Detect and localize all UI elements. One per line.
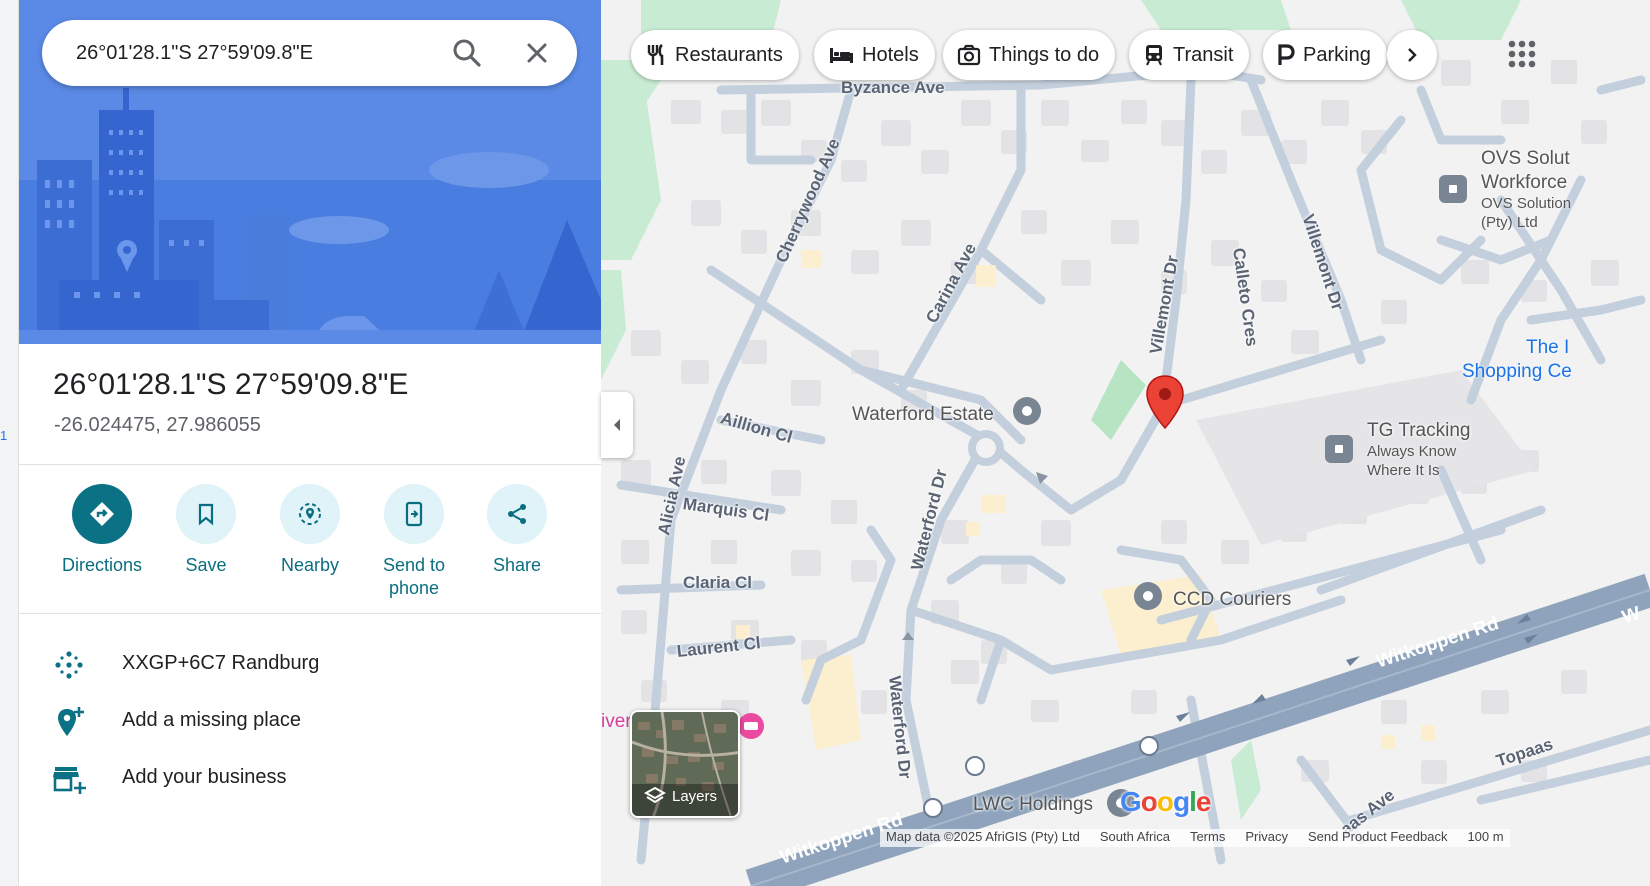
layers-label: Layers — [644, 786, 717, 806]
plus-code-icon — [55, 651, 83, 679]
send-to-phone-icon — [405, 501, 423, 527]
search-icon[interactable] — [448, 34, 486, 72]
plus-code-text: XXGP+6C7 Randburg — [122, 652, 320, 674]
poi-label-waterford-estate[interactable]: Waterford Estate — [852, 404, 994, 426]
poi-label-shopping-2[interactable]: Shopping Ce — [1462, 360, 1572, 384]
add-place-icon — [58, 707, 84, 736]
poi-label-ovs-2[interactable]: Workforce — [1481, 172, 1567, 194]
parking-icon — [1278, 44, 1295, 65]
google-logo: Google — [1120, 786, 1211, 817]
chip-transit[interactable]: Transit — [1129, 30, 1250, 80]
poi-label-shopping-1[interactable]: The I — [1526, 336, 1569, 360]
directions-icon — [90, 502, 114, 526]
poi-label-tg-tracking[interactable]: TG Tracking — [1367, 420, 1470, 442]
poi-marker-tg-tracking[interactable] — [1324, 434, 1354, 464]
location-pin-icon[interactable] — [1145, 374, 1185, 430]
collapse-panel-button[interactable] — [601, 392, 633, 458]
poi-sub-tg-1: Always Know — [1367, 443, 1457, 460]
send-to-phone-button[interactable]: Send to phone — [362, 484, 466, 600]
close-icon[interactable] — [518, 34, 556, 72]
bookmark-icon — [198, 503, 214, 526]
chip-label: Restaurants — [675, 43, 783, 66]
nearby-button[interactable]: Nearby — [258, 484, 362, 577]
attribution-scale[interactable]: 100 m — [1467, 829, 1503, 847]
poi-marker-ovs[interactable] — [1438, 174, 1468, 204]
chevron-right-icon — [1408, 48, 1417, 62]
share-button[interactable]: Share — [465, 484, 569, 577]
divider — [19, 464, 601, 465]
info-row-add-business[interactable]: Add your business — [19, 754, 601, 804]
share-circle — [487, 484, 547, 544]
attribution-terms[interactable]: Terms — [1190, 829, 1225, 847]
map-canvas[interactable]: Byzance Ave Cherrywood Ave Carina Ave Vi… — [601, 0, 1650, 886]
google-apps-icon[interactable] — [1500, 32, 1544, 76]
poi-sub-ovs-1: OVS Solution — [1481, 195, 1572, 212]
strip-number: 1 — [0, 428, 8, 443]
place-coordinates[interactable]: -26.024475, 27.986055 — [54, 414, 261, 437]
poi-sub-tg-2: Where It Is — [1367, 462, 1440, 479]
search-box[interactable]: 26°01'28.1"S 27°59'09.8"E — [42, 20, 577, 86]
search-input[interactable]: 26°01'28.1"S 27°59'09.8"E — [76, 42, 313, 65]
layers-text: Layers — [672, 787, 718, 805]
chip-label: Things to do — [989, 43, 1100, 66]
maps-app: 1 Byzance Ave Cherrywood Ave Carina Ave … — [0, 0, 1650, 886]
poi-label-ovs-1[interactable]: OVS Solut — [1481, 148, 1570, 170]
chips-next-button[interactable] — [1387, 30, 1437, 80]
left-strip: 1 — [0, 0, 19, 886]
save-circle — [176, 484, 236, 544]
directions-button[interactable]: Directions — [50, 484, 154, 577]
nearby-circle — [280, 484, 340, 544]
transit-icon — [1146, 45, 1162, 66]
chip-restaurants[interactable]: Restaurants — [631, 30, 799, 80]
place-title: 26°01'28.1"S 27°59'09.8"E — [53, 368, 409, 401]
restaurant-icon — [647, 43, 664, 65]
layers-icon — [644, 786, 666, 804]
layers-button[interactable]: Layers — [630, 710, 740, 818]
street-byzance: Byzance Ave — [841, 78, 945, 97]
chip-parking[interactable]: Parking — [1263, 30, 1387, 80]
poi-label-lwc-holdings[interactable]: LWC Holdings — [973, 794, 1093, 816]
hotel-icon — [830, 48, 853, 63]
directions-label: Directions — [61, 555, 143, 575]
info-row-add-place[interactable]: Add a missing place — [19, 697, 601, 747]
add-business-icon — [53, 767, 86, 794]
nearby-icon — [299, 503, 321, 525]
add-business-text: Add your business — [122, 766, 287, 788]
share-label: Share — [492, 555, 542, 575]
save-label: Save — [185, 555, 227, 575]
attribution-privacy[interactable]: Privacy — [1245, 829, 1288, 847]
attribution-region[interactable]: South Africa — [1100, 829, 1170, 847]
divider — [19, 613, 601, 614]
poi-marker-ccd-couriers[interactable] — [1133, 581, 1163, 611]
map-attribution: Map data ©2025 AfriGIS (Pty) Ltd South A… — [880, 829, 1510, 847]
poi-label-river-cut: iver — [601, 711, 632, 732]
share-icon — [508, 504, 526, 524]
street-claria: Claria Cl — [683, 573, 752, 592]
caret-left-icon — [614, 419, 620, 431]
chip-label: Parking — [1303, 43, 1371, 66]
chip-hotels[interactable]: Hotels — [814, 30, 935, 80]
chip-things-to-do[interactable]: Things to do — [943, 30, 1116, 80]
side-panel: 26°01'28.1"S 27°59'09.8"E 26°01'28.1"S 2… — [19, 0, 601, 886]
map-base — [601, 0, 1650, 886]
directions-circle — [72, 484, 132, 544]
send-to-phone-label: Send to phone — [382, 555, 446, 598]
chip-label: Hotels — [862, 43, 919, 66]
send-to-phone-circle — [384, 484, 444, 544]
poi-marker-waterford-estate[interactable] — [1012, 396, 1042, 426]
chip-label: Transit — [1173, 43, 1234, 66]
nearby-label: Nearby — [280, 555, 340, 575]
attribution-map-data: Map data ©2025 AfriGIS (Pty) Ltd — [886, 829, 1080, 844]
action-bar: Directions Save Nearby Send to phone Sha… — [19, 484, 601, 604]
info-row-plus-code[interactable]: XXGP+6C7 Randburg — [19, 640, 601, 690]
attribution-feedback[interactable]: Send Product Feedback — [1308, 829, 1447, 847]
poi-label-ccd-couriers[interactable]: CCD Couriers — [1173, 589, 1291, 611]
save-button[interactable]: Save — [154, 484, 258, 577]
poi-sub-ovs-2: (Pty) Ltd — [1481, 214, 1538, 231]
add-place-text: Add a missing place — [122, 709, 301, 731]
camera-icon — [957, 44, 981, 66]
